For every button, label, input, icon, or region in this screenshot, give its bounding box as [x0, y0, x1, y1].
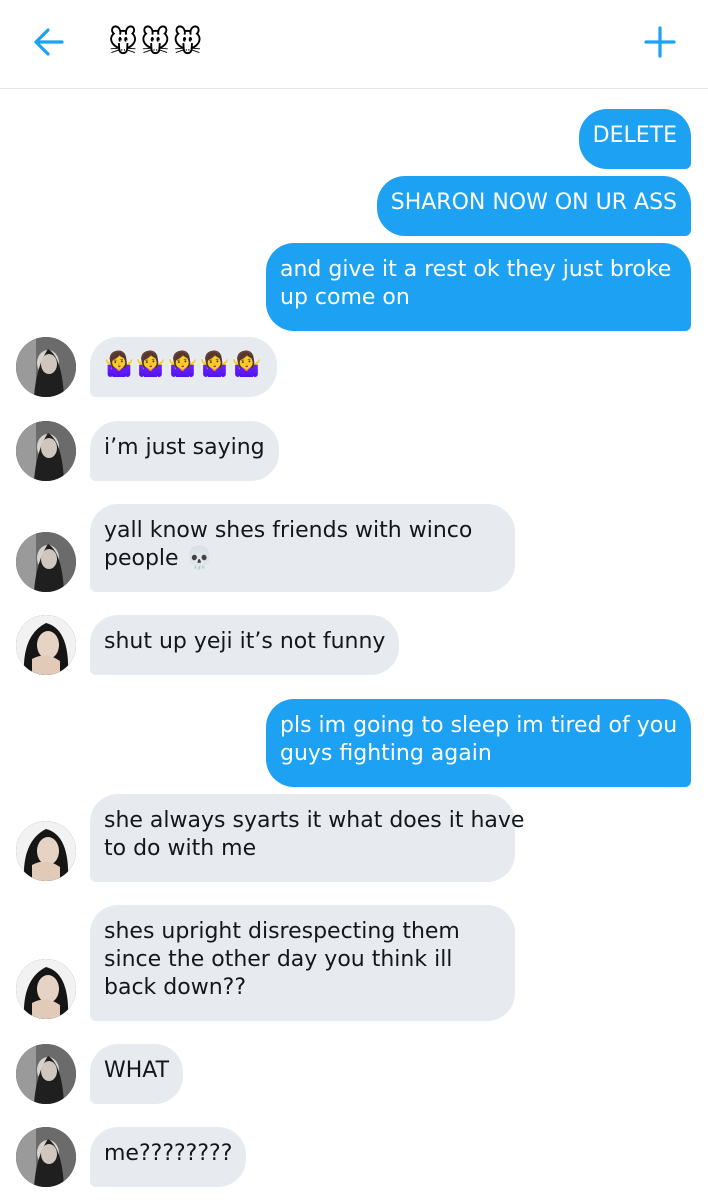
message-text-line: yall know shes friends with winco	[104, 518, 473, 543]
incoming-message-bubble[interactable]: 🤷‍♀️🤷‍♀️🤷‍♀️🤷‍♀️🤷‍♀️	[90, 337, 278, 397]
outgoing-message-bubble[interactable]: pls im going to sleep im tired of you gu…	[266, 699, 691, 787]
incoming-message-bubble[interactable]: she always syarts it what does it have t…	[90, 794, 525, 882]
message-text-line: she always syarts it what does it have	[104, 808, 525, 833]
incoming-message-bubble[interactable]: WHAT	[90, 1044, 184, 1104]
avatar[interactable]	[16, 615, 76, 675]
avatar[interactable]	[16, 421, 76, 481]
message-text: SHARON NOW ON UR ASS	[390, 190, 677, 215]
outgoing-message-bubble[interactable]: DELETE	[578, 109, 691, 169]
message-text: i’m just saying	[104, 435, 265, 460]
message-text: shut up yeji it’s not funny	[104, 629, 386, 654]
incoming-message-bubble[interactable]: me????????	[90, 1127, 247, 1187]
incoming-message-bubble[interactable]: shut up yeji it’s not funny	[90, 615, 400, 675]
message-text-line: people 💀	[104, 546, 213, 571]
message-text: me????????	[104, 1141, 233, 1166]
outgoing-message-bubble[interactable]: SHARON NOW ON UR ASS	[376, 176, 691, 236]
message-text-line: since the other day you think ill	[104, 947, 453, 972]
message-text: WHAT	[104, 1058, 170, 1083]
message-text-line: up come on	[280, 285, 410, 310]
incoming-message-bubble[interactable]: shes upright disrespecting them since th…	[90, 905, 515, 1021]
avatar[interactable]	[16, 1044, 76, 1104]
avatar[interactable]	[16, 532, 76, 592]
conversation-header: 🐭🐭🐭	[0, 0, 708, 89]
conversation-title: 🐭🐭🐭	[108, 25, 205, 59]
avatar[interactable]	[16, 959, 76, 1019]
message-text: 🤷‍♀️🤷‍♀️🤷‍♀️🤷‍♀️🤷‍♀️	[104, 350, 264, 378]
message-text-line: and give it a rest ok they just broke	[280, 257, 672, 282]
message-text-line: pls im going to sleep im tired of you	[280, 713, 678, 738]
avatar[interactable]	[16, 1127, 76, 1187]
incoming-message-bubble[interactable]: i’m just saying	[90, 421, 279, 481]
avatar[interactable]	[16, 821, 76, 881]
plus-icon[interactable]	[642, 24, 678, 60]
arrow-left-icon[interactable]	[30, 26, 66, 58]
message-text-line: to do with me	[104, 836, 257, 861]
message-text: DELETE	[592, 123, 677, 148]
avatar[interactable]	[16, 337, 76, 397]
message-text-line: guys fighting again	[280, 741, 492, 766]
message-text-line: shes upright disrespecting them	[104, 919, 460, 944]
outgoing-message-bubble[interactable]: and give it a rest ok they just broke up…	[266, 243, 691, 331]
message-text-line: back down??	[104, 975, 246, 1000]
incoming-message-bubble[interactable]: yall know shes friends with winco people…	[90, 504, 515, 592]
message-thread[interactable]: DELETE SHARON NOW ON UR ASS and give it …	[0, 89, 708, 1200]
